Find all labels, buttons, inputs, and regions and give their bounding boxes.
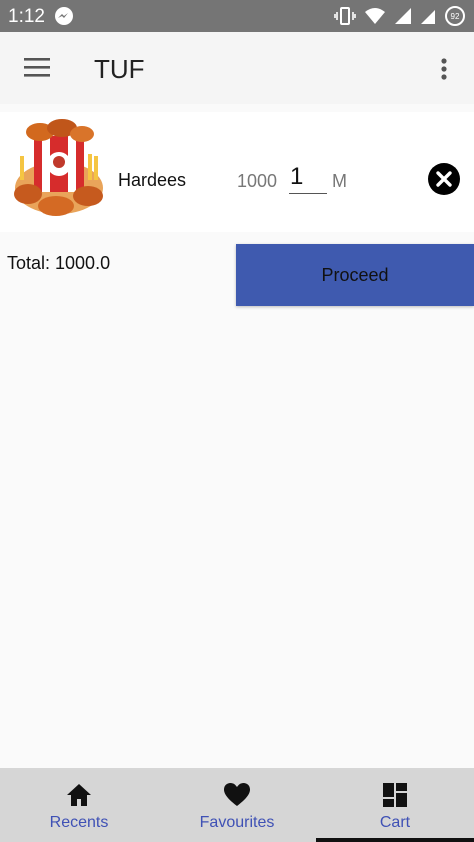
cart-total: Total: 1000.0 bbox=[7, 253, 111, 273]
bottom-navigation: Recents Favourites Cart bbox=[0, 768, 474, 842]
food-image bbox=[10, 116, 108, 222]
vibrate-icon bbox=[334, 6, 356, 26]
nav-label-recents: Recents bbox=[49, 814, 109, 831]
signal-icon-2 bbox=[420, 7, 436, 25]
dashboard-icon bbox=[382, 782, 408, 813]
unit-label: M bbox=[332, 171, 347, 191]
cart-item: Hardees 1000 M bbox=[0, 112, 474, 232]
item-price: 1000 bbox=[237, 171, 278, 191]
app-bar: TUF bbox=[0, 32, 474, 104]
nav-item-cart[interactable]: Cart bbox=[316, 768, 474, 842]
more-options-icon[interactable] bbox=[434, 56, 454, 84]
quantity-input[interactable] bbox=[289, 160, 327, 194]
nav-item-favourites[interactable]: Favourites bbox=[158, 768, 316, 842]
home-icon bbox=[65, 782, 93, 813]
status-icons: 92 bbox=[334, 5, 466, 27]
remove-item-button[interactable] bbox=[428, 163, 460, 195]
nav-label-favourites: Favourites bbox=[199, 814, 275, 831]
active-tab-indicator bbox=[316, 838, 474, 842]
status-time: 1:12 bbox=[8, 6, 45, 27]
nav-item-recents[interactable]: Recents bbox=[0, 768, 158, 842]
heart-icon bbox=[223, 782, 251, 813]
app-title: TUF bbox=[94, 54, 145, 84]
proceed-button[interactable]: Proceed bbox=[236, 244, 474, 306]
messenger-icon bbox=[54, 6, 74, 26]
item-name: Hardees bbox=[118, 170, 187, 190]
nav-label-cart: Cart bbox=[379, 814, 411, 831]
battery-icon: 92 bbox=[444, 5, 466, 27]
close-icon bbox=[428, 163, 460, 195]
wifi-icon bbox=[364, 6, 386, 26]
status-bar: 1:12 92 bbox=[0, 0, 474, 32]
battery-level: 92 bbox=[451, 12, 460, 21]
menu-icon[interactable] bbox=[22, 54, 52, 82]
signal-icon bbox=[394, 7, 412, 25]
